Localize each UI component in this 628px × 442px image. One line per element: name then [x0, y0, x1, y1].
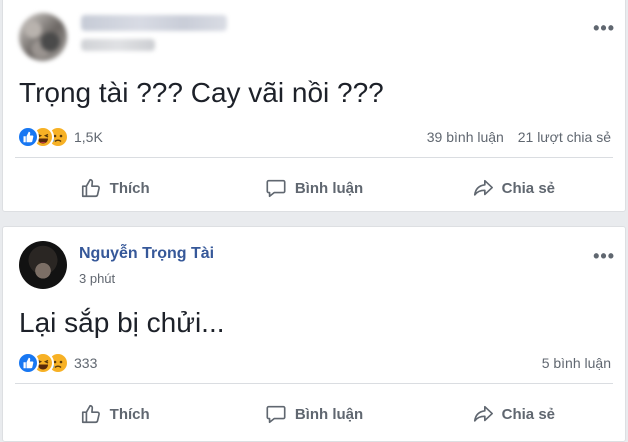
post-card: ••• Trọng tài ??? Cay vãi nồi ??? 1,5K 3…: [2, 0, 626, 212]
reactions-summary[interactable]: 333: [17, 351, 97, 375]
post-timestamp[interactable]: 3 phút: [79, 271, 115, 286]
divider: [15, 383, 613, 384]
like-button[interactable]: Thích: [15, 395, 214, 433]
share-label: Chia sẻ: [501, 179, 555, 197]
post-time-blurred[interactable]: [81, 39, 155, 51]
comment-icon: [266, 405, 286, 424]
comment-button[interactable]: Bình luận: [214, 395, 413, 433]
engagement-stats: 39 bình luận 21 lượt chia sẻ: [427, 129, 611, 145]
comment-label: Bình luận: [294, 405, 364, 423]
author-avatar[interactable]: [19, 241, 67, 289]
post-text: Lại sắp bị chửi...: [19, 307, 225, 338]
thumbs-up-icon: [81, 404, 100, 424]
like-reaction-icon: [17, 352, 39, 374]
more-options-icon[interactable]: •••: [593, 247, 615, 265]
share-label: Chia sẻ: [501, 405, 555, 423]
more-options-icon[interactable]: •••: [593, 19, 615, 37]
share-icon: [473, 179, 493, 196]
divider: [15, 157, 613, 158]
reactions-summary[interactable]: 1,5K: [17, 125, 103, 149]
post-text: Trọng tài ??? Cay vãi nồi ???: [19, 77, 384, 108]
share-button[interactable]: Chia sẻ: [414, 395, 613, 433]
share-icon: [473, 405, 493, 422]
comment-label: Bình luận: [294, 179, 364, 197]
share-count-link[interactable]: 21 lượt chia sẻ: [518, 129, 611, 145]
reaction-count[interactable]: 1,5K: [74, 129, 103, 145]
action-bar: Thích Bình luận Chia sẻ: [15, 169, 613, 207]
comment-count-link[interactable]: 39 bình luận: [427, 129, 504, 145]
thumbs-up-icon: [81, 178, 100, 198]
comment-icon: [266, 179, 286, 198]
reaction-count[interactable]: 333: [74, 355, 97, 371]
action-bar: Thích Bình luận Chia sẻ: [15, 395, 613, 433]
author-name-blurred[interactable]: [81, 15, 227, 31]
like-button[interactable]: Thích: [15, 169, 214, 207]
like-label: Thích: [109, 179, 150, 197]
like-label: Thích: [109, 405, 150, 423]
comment-count-link[interactable]: 5 bình luận: [542, 355, 611, 371]
post-card: Nguyễn Trọng Tài 3 phút ••• Lại sắp bị c…: [2, 226, 626, 442]
share-button[interactable]: Chia sẻ: [414, 169, 613, 207]
author-name-link[interactable]: Nguyễn Trọng Tài: [79, 245, 214, 263]
author-avatar-blurred[interactable]: [19, 13, 67, 61]
like-reaction-icon: [17, 126, 39, 148]
comment-button[interactable]: Bình luận: [214, 169, 413, 207]
engagement-stats: 5 bình luận: [542, 355, 611, 371]
